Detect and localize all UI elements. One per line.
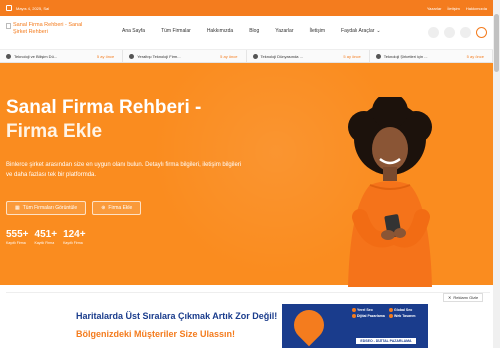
- ticker-title: Teknoloji Şirketleri için ...: [383, 53, 428, 59]
- hero-title: Sanal Firma Rehberi - Firma Ekle: [6, 96, 236, 144]
- nav-all-firms[interactable]: Tüm Firmalar: [161, 28, 191, 34]
- bullet-icon: [375, 53, 381, 59]
- stat-item: 555+ Kayıtlı Firma: [6, 229, 29, 245]
- hero-section: Sanal Firma Rehberi - Firma Ekle Binlerc…: [0, 63, 493, 287]
- ticker-time: 5 ay önce: [466, 53, 484, 59]
- ad-feature: Web Tasarım: [389, 314, 424, 318]
- hero-description: Binlerce şirket arasından size en uygun …: [6, 162, 242, 178]
- hero-title-line2: Firma Ekle: [6, 121, 103, 142]
- ticker-time: 5 ay önce: [220, 53, 238, 59]
- add-firm-label: Firma Ekle: [108, 205, 133, 211]
- stat-value: 555+: [6, 229, 29, 240]
- top-links: Yazarlar İletişim Hakkımızda: [427, 6, 487, 11]
- ad-feature-label: Global Seo: [394, 308, 413, 312]
- ticker-time: 5 ay önce: [343, 53, 361, 59]
- calendar-icon: [6, 5, 12, 11]
- top-link-authors[interactable]: Yazarlar: [427, 6, 442, 11]
- bullet-icon: [252, 53, 258, 59]
- main-nav: Ana Sayfa Tüm Firmalar Hakkımızda Blog Y…: [122, 28, 381, 34]
- header-icons: [428, 27, 487, 38]
- notification-icon[interactable]: [476, 27, 487, 38]
- ad-features: Yerel Seo Global Seo Dijital Pazarlama W…: [352, 308, 424, 318]
- stat-value: 124+: [63, 229, 86, 240]
- ad-headline: Haritalarda Üst Sıralara Çıkmak Artık Zo…: [76, 311, 278, 321]
- bullet-icon: [6, 53, 11, 59]
- view-all-firms-label: Tüm Firmaları Görüntüle: [22, 205, 78, 211]
- check-icon: [389, 314, 393, 318]
- stat-label: Kayıtlı Firma: [6, 241, 26, 245]
- check-icon: [389, 308, 393, 312]
- ad-banner[interactable]: Haritalarda Üst Sıralara Çıkmak Artık Zo…: [68, 304, 428, 348]
- date-text: Mayıs 4, 2025, Sal: [16, 5, 50, 11]
- ad-feature-label: Dijital Pazarlama: [357, 314, 385, 318]
- add-firm-button[interactable]: ⊕ Firma Ekle: [92, 201, 142, 215]
- bullet-icon: [129, 53, 135, 59]
- ticker-item[interactable]: Yeraltışı Teknoloji Firm... 5 ay önce: [123, 50, 247, 62]
- stat-item: 124+ Kayıtlı Firma: [63, 229, 86, 245]
- plus-icon: ⊕: [101, 205, 106, 211]
- hide-ad-button[interactable]: ✕ Reklamı Gizle: [443, 293, 484, 302]
- news-ticker: Teknoloji ve Bilişim Dü... 5 ay önce Yer…: [0, 50, 493, 63]
- page-scrollbar[interactable]: [493, 0, 500, 348]
- top-link-about[interactable]: Hakkımızda: [466, 6, 487, 11]
- view-all-firms-button[interactable]: ▦ Tüm Firmaları Görüntüle: [6, 201, 87, 215]
- ad-feature: Dijital Pazarlama: [352, 314, 387, 318]
- ticker-item[interactable]: Teknoloji Dünyasında ... 5 ay önce: [247, 50, 370, 62]
- nav-about[interactable]: Hakkımızda: [207, 28, 233, 34]
- top-bar: Mayıs 4, 2025, Sal Yazarlar İletişim Hak…: [0, 0, 493, 16]
- nav-tools[interactable]: Faydalı Araçlar ⌄: [341, 28, 381, 34]
- stat-label: Kayıtlı Firma: [63, 241, 83, 245]
- ad-feature: Global Seo: [389, 308, 424, 312]
- chevron-down-icon: ⌄: [376, 28, 381, 34]
- nav-blog[interactable]: Blog: [249, 28, 259, 34]
- close-icon: ✕: [448, 295, 452, 300]
- ticker-time: 5 ay önce: [96, 53, 115, 59]
- map-pin-icon: [287, 304, 331, 347]
- nav-authors[interactable]: Yazarlar: [275, 28, 293, 34]
- ticker-item[interactable]: Teknoloji ve Bilişim Dü... 5 ay önce: [0, 50, 124, 62]
- hide-ad-label: Reklamı Gizle: [453, 295, 479, 300]
- site-logo[interactable]: Sanal Firma Rehberi - Sanal Şirket Rehbe…: [6, 22, 96, 36]
- ticker-title: Teknoloji Dünyasında ...: [260, 53, 303, 59]
- ticker-item[interactable]: Teknoloji Şirketleri için ... 5 ay önce: [370, 50, 493, 62]
- scrollbar-thumb[interactable]: [494, 14, 499, 72]
- check-icon: [352, 308, 356, 312]
- theme-toggle-icon[interactable]: [444, 27, 455, 38]
- ticker-title: Yeraltışı Teknoloji Firm...: [137, 53, 181, 59]
- hero-woman-illustration: [348, 97, 432, 287]
- ad-feature-label: Web Tasarım: [394, 314, 416, 318]
- ad-feature-label: Yerel Seo: [357, 308, 373, 312]
- ticker-title: Teknoloji ve Bilişim Dü...: [14, 53, 58, 59]
- ad-feature: Yerel Seo: [352, 308, 387, 312]
- search-icon[interactable]: [428, 27, 439, 38]
- ad-brand: EDSEO - DİJİTAL PAZARLAMA: [356, 338, 416, 344]
- site-header: Sanal Firma Rehberi - Sanal Şirket Rehbe…: [0, 16, 493, 50]
- stat-item: 451+ Kayıtlı Firma: [35, 229, 58, 245]
- nav-home[interactable]: Ana Sayfa: [122, 28, 145, 34]
- broken-image-icon: [6, 23, 11, 29]
- check-icon: [352, 314, 356, 318]
- date-display: Mayıs 4, 2025, Sal: [6, 5, 49, 11]
- ad-subheadline: Bölgenizdeki Müşteriler Size Ulassın!: [76, 329, 236, 339]
- nav-contact[interactable]: İletişim: [309, 28, 325, 34]
- stat-value: 451+: [34, 229, 58, 240]
- hero-title-line1: Sanal Firma Rehberi -: [6, 97, 202, 118]
- stat-label: Kayıtlı Firma: [34, 241, 55, 245]
- user-icon[interactable]: [460, 27, 471, 38]
- logo-alt-text: Sanal Firma Rehberi - Sanal Şirket Rehbe…: [13, 22, 83, 35]
- nav-tools-label: Faydalı Araçlar: [341, 28, 375, 34]
- grid-icon: ▦: [15, 205, 20, 211]
- hero-stats: 555+ Kayıtlı Firma 451+ Kayıtlı Firma 12…: [6, 229, 86, 245]
- top-link-contact[interactable]: İletişim: [447, 6, 459, 11]
- hero-buttons: ▦ Tüm Firmaları Görüntüle ⊕ Firma Ekle: [6, 201, 142, 215]
